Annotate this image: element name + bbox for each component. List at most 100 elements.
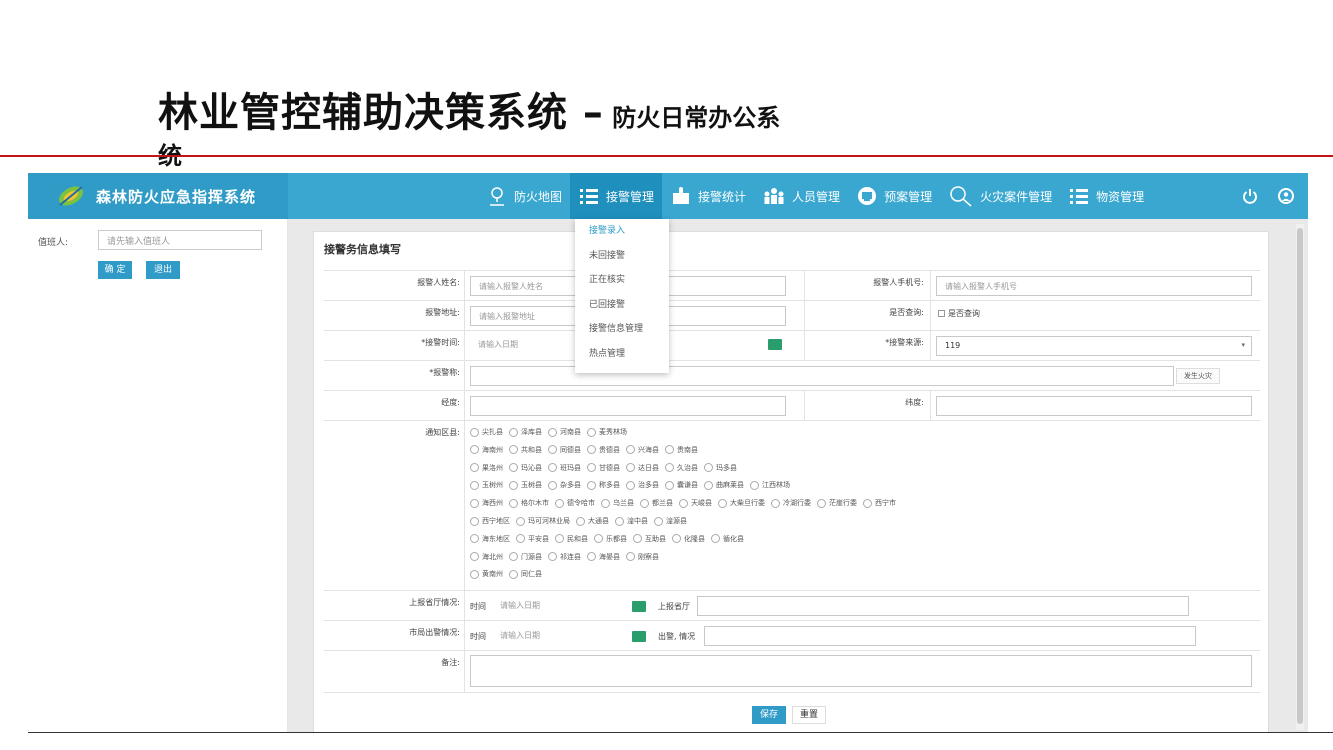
area-radio-option[interactable]: 共和县	[509, 445, 542, 455]
area-radio-option[interactable]: 河南县	[548, 427, 581, 437]
nav-alarm-manage[interactable]: 接警管理	[570, 173, 663, 219]
area-radio-option[interactable]: 格尔木市	[509, 498, 549, 508]
nav-personnel[interactable]: 人员管理	[754, 173, 848, 219]
confirm-button[interactable]: 确 定	[98, 261, 132, 279]
scrollbar[interactable]	[1296, 224, 1304, 730]
area-radio-option[interactable]: 化隆县	[672, 534, 705, 544]
area-radio-option[interactable]: 民和县	[555, 534, 588, 544]
area-radio-option[interactable]: 西宁地区	[470, 516, 510, 526]
area-radio-option[interactable]: 玉树州	[470, 480, 503, 490]
calendar-icon[interactable]	[632, 631, 646, 642]
area-radio-option[interactable]: 久治县	[665, 463, 698, 473]
area-radio-option[interactable]: 冷湖行委	[771, 498, 811, 508]
area-radio-option[interactable]: 玛沁县	[509, 463, 542, 473]
reset-button[interactable]: 重置	[792, 706, 826, 724]
nav-plan[interactable]: 预案管理	[848, 173, 940, 219]
radio-circle-icon	[509, 445, 518, 455]
area-radio-option[interactable]: 湟源县	[654, 516, 687, 526]
area-radio-option[interactable]: 海西州	[470, 498, 503, 508]
dropdown-item-alarm-entry[interactable]: 接警录入	[575, 219, 669, 244]
area-radio-option[interactable]: 平安县	[516, 534, 549, 544]
area-radio-option[interactable]: 班玛县	[548, 463, 581, 473]
area-radio-option[interactable]: 曲麻莱县	[704, 480, 744, 490]
area-radio-option[interactable]: 湟中县	[615, 516, 648, 526]
area-radio-option[interactable]: 甘德县	[587, 463, 620, 473]
province-date-input[interactable]: 请输入日期	[492, 596, 652, 616]
area-radio-option[interactable]: 茫崖行委	[817, 498, 857, 508]
area-radio-option[interactable]: 门源县	[509, 552, 542, 562]
main-content: 接警务信息填写 报警人姓名: 请输入报警人姓名 报警人手机号: 请输入报警人手机…	[288, 219, 1308, 733]
area-radio-option[interactable]: 海晏县	[587, 552, 620, 562]
area-radio-option[interactable]: 杂多县	[548, 480, 581, 490]
nav-fire-map[interactable]: 防火地图	[478, 173, 570, 219]
area-radio-option[interactable]: 江西林场	[750, 480, 790, 490]
latitude-input[interactable]	[936, 396, 1252, 416]
dropdown-item-unreturned[interactable]: 未回接警	[575, 244, 669, 269]
area-radio-option[interactable]: 贵德县	[587, 445, 620, 455]
province-report-input[interactable]	[697, 596, 1189, 616]
power-icon[interactable]	[1242, 188, 1258, 204]
area-radio-option[interactable]: 兴海县	[626, 445, 659, 455]
dropdown-item-returned[interactable]: 已回接警	[575, 293, 669, 318]
save-button[interactable]: 保存	[752, 706, 786, 724]
area-radio-option[interactable]: 玛可河林业局	[516, 516, 570, 526]
area-radio-option[interactable]: 玛多县	[704, 463, 737, 473]
area-radio-label: 茫崖行委	[829, 499, 857, 508]
query-checkbox[interactable]	[938, 310, 945, 317]
area-radio-option[interactable]: 海北州	[470, 552, 503, 562]
area-radio-option[interactable]: 海南州	[470, 445, 503, 455]
radio-circle-icon	[817, 498, 826, 508]
area-radio-option[interactable]: 黄南州	[470, 569, 503, 579]
area-radio-option[interactable]: 刚察县	[626, 552, 659, 562]
area-radio-option[interactable]: 玉树县	[509, 480, 542, 490]
area-radio-option[interactable]: 祁连县	[548, 552, 581, 562]
area-radio-label: 平安县	[528, 534, 549, 543]
dropdown-item-hotspot[interactable]: 热点管理	[575, 342, 669, 367]
area-radio-option[interactable]: 麦秀林场	[587, 427, 627, 437]
fire-occurred-button[interactable]: 发生火灾	[1176, 368, 1220, 384]
remark-textarea[interactable]	[470, 655, 1252, 687]
area-radio-option[interactable]: 大柴旦行委	[718, 498, 765, 508]
area-radio-option[interactable]: 治多县	[626, 480, 659, 490]
user-icon[interactable]	[1278, 188, 1294, 204]
area-radio-option[interactable]: 德令哈市	[555, 498, 595, 508]
area-radio-option[interactable]: 泽库县	[509, 427, 542, 437]
bureau-date-input[interactable]: 请输入日期	[492, 626, 652, 646]
area-radio-option[interactable]: 互助县	[633, 534, 666, 544]
dropdown-item-alarm-info[interactable]: 接警信息管理	[575, 317, 669, 342]
area-radio-option[interactable]: 西宁市	[863, 498, 896, 508]
area-radio-label: 祁连县	[560, 552, 581, 561]
area-radio-option[interactable]: 都兰县	[640, 498, 673, 508]
dropdown-item-verifying[interactable]: 正在核实	[575, 268, 669, 293]
area-radio-option[interactable]: 乌兰县	[601, 498, 634, 508]
duty-input[interactable]: 请先输入值班人	[98, 230, 262, 250]
bureau-report-input[interactable]	[704, 626, 1196, 646]
area-radio-option[interactable]: 同仁县	[509, 569, 542, 579]
source-select[interactable]: 119 ▾	[936, 336, 1252, 356]
area-radio-label: 甘德县	[599, 463, 620, 472]
longitude-input[interactable]	[470, 396, 786, 416]
area-radio-label: 循化县	[723, 534, 744, 543]
area-radio-option[interactable]: 乐都县	[594, 534, 627, 544]
area-radio-option[interactable]: 同德县	[548, 445, 581, 455]
nav-fire-case[interactable]: 火灾案件管理	[940, 173, 1060, 219]
area-radio-option[interactable]: 达日县	[626, 463, 659, 473]
area-radio-option[interactable]: 大通县	[576, 516, 609, 526]
brand[interactable]: 森林防火应急指挥系统	[28, 173, 288, 219]
nav-material[interactable]: 物资管理	[1060, 173, 1152, 219]
area-radio-option[interactable]: 海东地区	[470, 534, 510, 544]
nav-alarm-stats[interactable]: 接警统计	[662, 173, 754, 219]
area-radio-option[interactable]: 循化县	[711, 534, 744, 544]
area-radio-option[interactable]: 天峻县	[679, 498, 712, 508]
scrollbar-thumb[interactable]	[1297, 228, 1303, 724]
area-radio-option[interactable]: 尖扎县	[470, 427, 503, 437]
reporter-phone-input[interactable]: 请输入报警人手机号	[936, 276, 1252, 296]
area-radio-option[interactable]: 称多县	[587, 480, 620, 490]
area-radio-option[interactable]: 贵南县	[665, 445, 698, 455]
area-radio-option[interactable]: 果洛州	[470, 463, 503, 473]
area-radio-option[interactable]: 囊谦县	[665, 480, 698, 490]
calendar-icon[interactable]	[632, 601, 646, 612]
exit-button[interactable]: 退出	[146, 261, 180, 279]
calendar-icon[interactable]	[768, 339, 782, 350]
bureau-report-label: 市局出警情况:	[409, 628, 460, 637]
